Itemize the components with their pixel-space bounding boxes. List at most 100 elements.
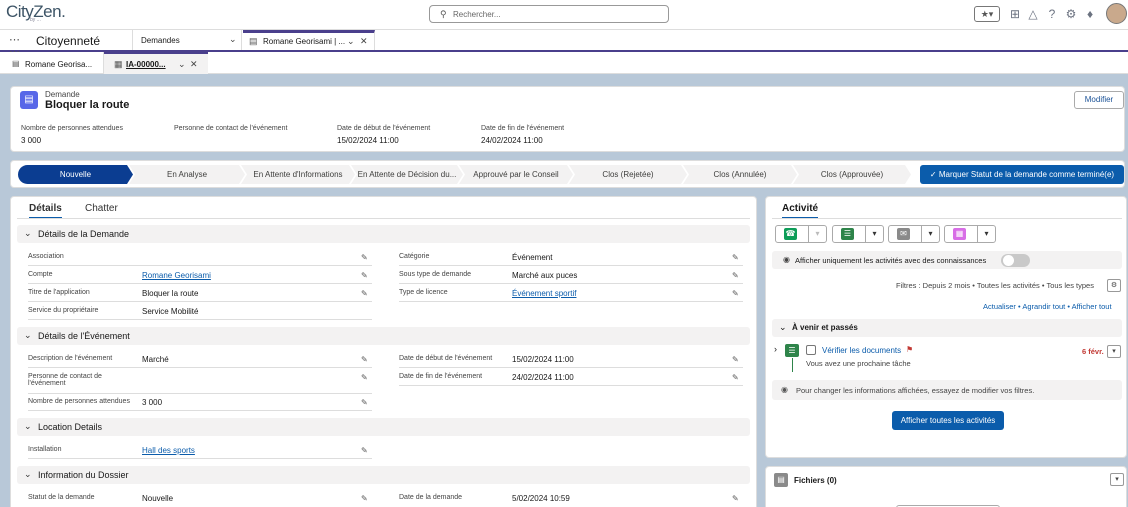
tab-chatter[interactable]: Chatter bbox=[85, 203, 118, 214]
knowledge-filter-row: ◉ Afficher uniquement les activités avec… bbox=[772, 251, 1122, 269]
chevron-down-icon[interactable]: ▾ bbox=[977, 226, 995, 242]
gear-icon[interactable]: ⚙ bbox=[1064, 7, 1078, 21]
user-avatar[interactable] bbox=[1106, 3, 1127, 24]
tab-details[interactable]: Détails bbox=[29, 203, 62, 219]
workspace-tab[interactable]: ▤ Romane Georisami | ... ⌄ ✕ bbox=[243, 30, 375, 50]
help-icon[interactable]: ? bbox=[1045, 7, 1059, 21]
task-subtitle: Vous avez une prochaine tâche bbox=[806, 359, 911, 368]
chevron-down-icon[interactable]: ⌄ bbox=[779, 322, 787, 333]
edit-button[interactable]: Modifier bbox=[1074, 91, 1124, 109]
show-all-link[interactable]: Afficher tout bbox=[1072, 302, 1112, 311]
path-step[interactable]: Clos (Annulée) bbox=[683, 165, 797, 184]
add-icon[interactable]: ⊞ bbox=[1008, 7, 1022, 21]
field-divider bbox=[399, 385, 743, 386]
pencil-icon[interactable]: ✎ bbox=[361, 289, 368, 298]
nav-item-demandes[interactable]: Demandes ⌄ bbox=[132, 30, 242, 50]
knowledge-label: Afficher uniquement les activités avec d… bbox=[795, 256, 987, 265]
filter-gear-icon[interactable]: ⚙ bbox=[1107, 279, 1121, 292]
pencil-icon[interactable]: ✎ bbox=[732, 253, 739, 262]
pencil-icon[interactable]: ✎ bbox=[361, 373, 368, 382]
close-icon[interactable]: ✕ bbox=[190, 59, 198, 70]
field-value: 15/02/2024 11:00 bbox=[512, 355, 574, 364]
email-button[interactable]: ✉ ▾ bbox=[888, 225, 940, 243]
path-step[interactable]: En Analyse bbox=[129, 165, 245, 184]
subtab-account[interactable]: ▤ Romane Georisa... bbox=[0, 52, 104, 74]
chevron-down-icon[interactable]: ▾ bbox=[921, 226, 939, 242]
info-icon: ◉ bbox=[781, 385, 788, 394]
phone-icon: ☎ bbox=[784, 228, 797, 240]
tab-activity[interactable]: Activité bbox=[782, 203, 819, 219]
refresh-link[interactable]: Actualiser bbox=[983, 302, 1016, 311]
path-step[interactable]: Approuvé par le Conseil bbox=[459, 165, 573, 184]
pencil-icon[interactable]: ✎ bbox=[732, 271, 739, 280]
knowledge-toggle[interactable] bbox=[1001, 254, 1030, 267]
search-input[interactable]: ⚲ Rechercher... bbox=[429, 5, 669, 23]
bell-icon[interactable]: ♦ bbox=[1083, 7, 1097, 21]
field-value: Nouvelle bbox=[142, 494, 174, 503]
toggle-knob bbox=[1003, 255, 1014, 266]
pencil-icon[interactable]: ✎ bbox=[361, 271, 368, 280]
timeline-line bbox=[792, 358, 793, 372]
pencil-icon[interactable]: ✎ bbox=[732, 373, 739, 382]
show-all-activities-button[interactable]: Afficher toutes les activités bbox=[892, 411, 1004, 430]
pencil-icon[interactable]: ✎ bbox=[732, 289, 739, 298]
trailhead-icon[interactable]: △ bbox=[1026, 7, 1040, 21]
files-title[interactable]: Fichiers (0) bbox=[794, 476, 837, 485]
files-menu-chevron-icon[interactable]: ▾ bbox=[1110, 473, 1124, 486]
field-value: Événement bbox=[512, 253, 553, 262]
log-call-button[interactable]: ☎ ▾ bbox=[775, 225, 827, 243]
header-field-label: Date de fin de l'événement bbox=[481, 125, 565, 132]
pencil-icon[interactable]: ✎ bbox=[361, 253, 368, 262]
chevron-down-icon[interactable]: ⌄ bbox=[24, 228, 32, 239]
subtab-label: IA-00000... bbox=[126, 60, 166, 69]
path-step[interactable]: Clos (Rejetée) bbox=[569, 165, 687, 184]
chevron-down-icon[interactable]: ⌄ bbox=[347, 36, 355, 47]
section-file-information[interactable]: ⌄ Information du Dossier bbox=[17, 466, 750, 484]
section-title: À venir et passés bbox=[792, 323, 858, 332]
subtab-request[interactable]: ▦ IA-00000... ⌄ ✕ bbox=[104, 52, 208, 74]
new-event-button[interactable]: ▦ ▾ bbox=[944, 225, 996, 243]
chevron-down-icon[interactable]: ▾ bbox=[865, 226, 883, 242]
chevron-right-icon[interactable]: › bbox=[774, 344, 777, 354]
chevron-down-icon[interactable]: ⌄ bbox=[24, 421, 32, 432]
account-link[interactable]: Romane Georisami bbox=[142, 271, 211, 280]
close-icon[interactable]: ✕ bbox=[360, 36, 368, 47]
path-step[interactable]: En Attente de Décision du... bbox=[351, 165, 463, 184]
contact-icon: ▤ bbox=[12, 59, 20, 68]
section-upcoming-past[interactable]: ⌄ À venir et passés bbox=[772, 319, 1122, 337]
task-date: 6 févr. bbox=[1082, 347, 1104, 356]
pencil-icon[interactable]: ✎ bbox=[361, 398, 368, 407]
new-task-button[interactable]: ☰ ▾ bbox=[832, 225, 884, 243]
field-divider bbox=[399, 283, 743, 284]
chevron-down-icon[interactable]: ▾ bbox=[808, 226, 826, 242]
pencil-icon[interactable]: ✎ bbox=[732, 494, 739, 503]
pencil-icon[interactable]: ✎ bbox=[361, 355, 368, 364]
header-field-label: Date de début de l'événement bbox=[337, 125, 431, 132]
pencil-icon[interactable]: ✎ bbox=[361, 494, 368, 503]
task-checkbox[interactable] bbox=[806, 345, 816, 355]
chevron-down-icon[interactable]: ⌄ bbox=[229, 34, 237, 45]
record-header: ▤ Demande Bloquer la route Modifier Nomb… bbox=[10, 86, 1125, 152]
chevron-down-icon[interactable]: ⌄ bbox=[24, 330, 32, 341]
path-step[interactable]: Clos (Approuvée) bbox=[793, 165, 911, 184]
path-step[interactable]: Nouvelle bbox=[18, 165, 133, 184]
section-event-details[interactable]: ⌄ Détails de l'Événement bbox=[17, 327, 750, 345]
app-launcher-icon[interactable]: ⋯⋯⋯ bbox=[9, 34, 23, 70]
license-type-link[interactable]: Événement sportif bbox=[512, 289, 576, 298]
installation-link[interactable]: Hall des sports bbox=[142, 446, 195, 455]
expand-all-link[interactable]: Agrandir tout bbox=[1022, 302, 1065, 311]
favorites-star-icon[interactable]: ★▾ bbox=[974, 6, 1000, 22]
field-divider bbox=[28, 458, 372, 459]
field-label: Catégorie bbox=[399, 253, 430, 260]
task-link[interactable]: Vérifier les documents bbox=[822, 346, 901, 355]
section-request-details[interactable]: ⌄ Détails de la Demande bbox=[17, 225, 750, 243]
pencil-icon[interactable]: ✎ bbox=[361, 446, 368, 455]
chevron-down-icon[interactable]: ⌄ bbox=[178, 59, 186, 70]
chevron-down-icon[interactable]: ⌄ bbox=[24, 469, 32, 480]
task-menu-chevron-icon[interactable]: ▾ bbox=[1107, 345, 1121, 358]
info-text: Pour changer les informations affichées,… bbox=[796, 386, 1035, 395]
section-location-details[interactable]: ⌄ Location Details bbox=[17, 418, 750, 436]
pencil-icon[interactable]: ✎ bbox=[732, 355, 739, 364]
path-step[interactable]: En Attente d'Informations bbox=[241, 165, 355, 184]
mark-complete-button[interactable]: ✓ Marquer Statut de la demande comme ter… bbox=[920, 165, 1124, 184]
